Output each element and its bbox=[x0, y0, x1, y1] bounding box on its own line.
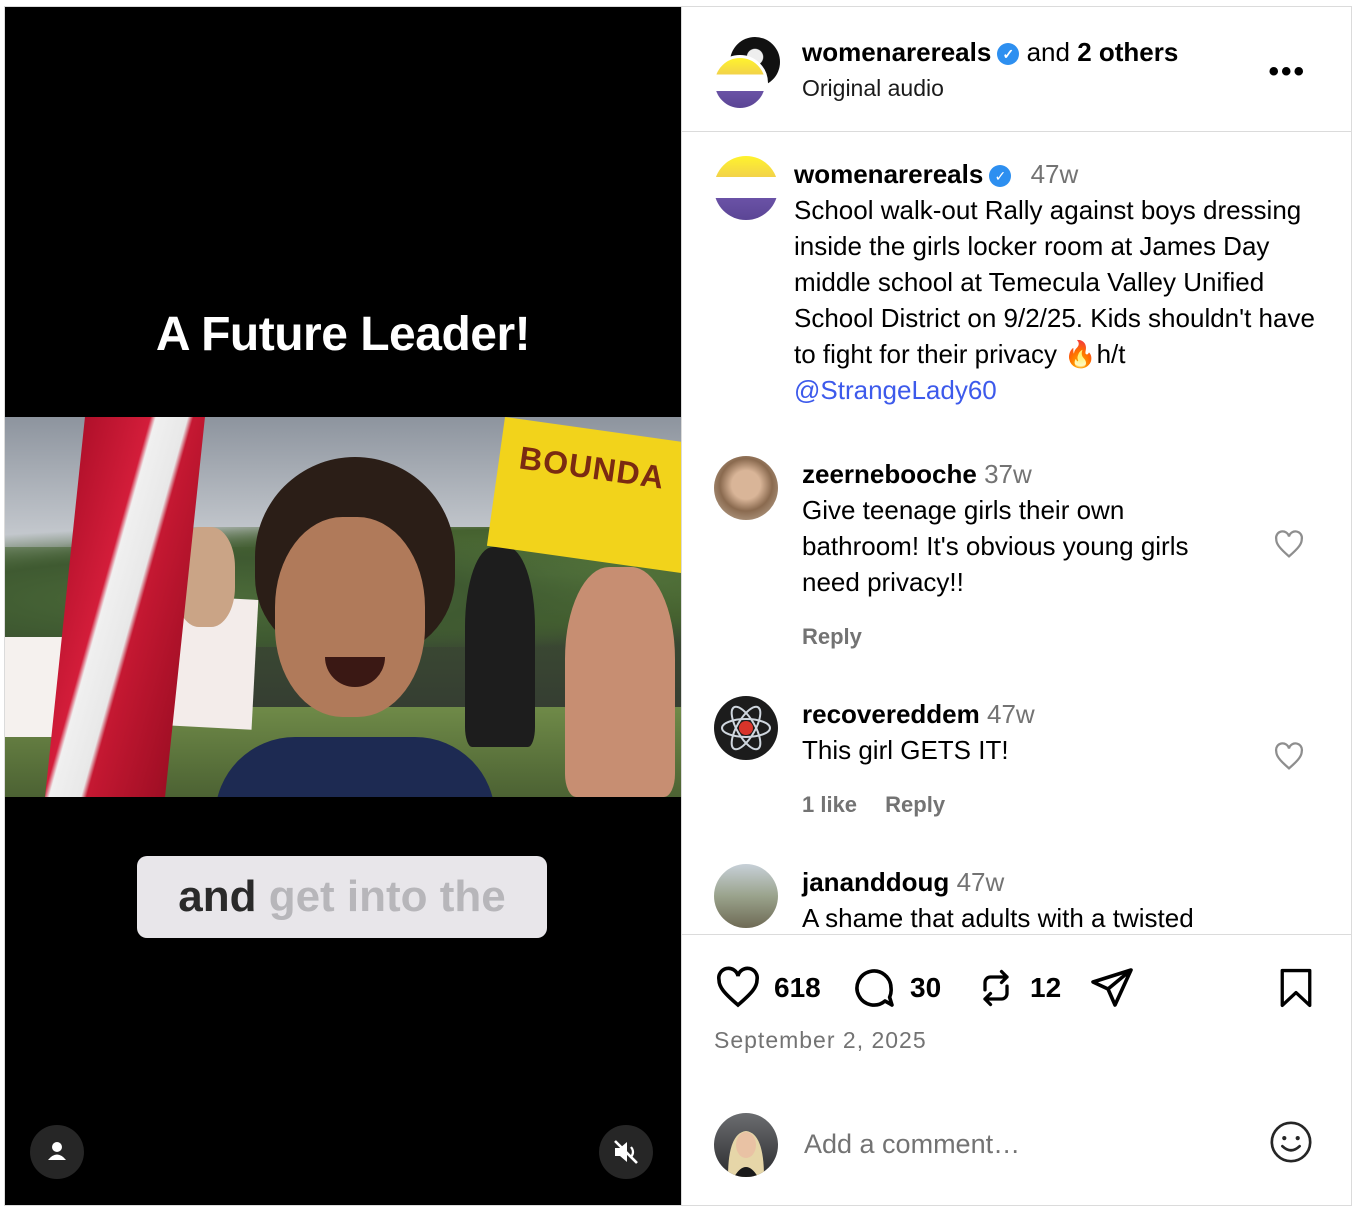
comments-scroll-area[interactable]: womenarereals ✓ 47w School walk-out Rally… bbox=[682, 132, 1351, 934]
post-header: womenarereals ✓ and 2 others Original aud… bbox=[682, 7, 1351, 132]
atom-icon bbox=[721, 705, 771, 751]
add-comment-input[interactable]: Add a comment… bbox=[804, 1129, 1020, 1160]
reply-button[interactable]: Reply bbox=[802, 624, 862, 649]
verified-badge-icon: ✓ bbox=[989, 165, 1012, 187]
caption-spoken-word: and bbox=[178, 872, 257, 921]
header-and: and bbox=[1026, 37, 1070, 67]
heart-icon[interactable] bbox=[714, 964, 762, 1012]
comment-body: jananddoug 47w A shame that adults with … bbox=[802, 864, 1242, 934]
comment-meta: Reply bbox=[802, 624, 884, 650]
user-tags-button[interactable] bbox=[30, 1125, 84, 1179]
video-caption: and get into the bbox=[137, 856, 547, 938]
like-action[interactable]: 618 bbox=[714, 963, 821, 1013]
save-action[interactable] bbox=[1274, 963, 1318, 1013]
bookmark-icon[interactable] bbox=[1274, 964, 1318, 1012]
commenter-avatar[interactable] bbox=[714, 456, 778, 520]
comment-time[interactable]: 47w bbox=[957, 867, 1005, 897]
comment-body: recovereddem 47w This girl GETS IT! bbox=[802, 696, 1242, 768]
comment-text: This girl GETS IT! bbox=[802, 735, 1009, 765]
send-icon[interactable] bbox=[1088, 964, 1136, 1012]
add-comment-bar: Add a comment… bbox=[714, 1113, 1314, 1177]
video-frame: BOUNDA bbox=[5, 417, 681, 797]
post-footer: 618 30 12 September 2, 2025 Add a commen… bbox=[682, 934, 1351, 1205]
repost-count[interactable]: 12 bbox=[1030, 972, 1061, 1004]
video-player[interactable]: A Future Leader! BOUNDA and get into the bbox=[5, 7, 681, 1205]
current-user-avatar[interactable] bbox=[714, 1113, 778, 1177]
caption-text: womenarereals ✓ 47w School walk-out Rally… bbox=[794, 156, 1324, 408]
comment-action[interactable]: 30 bbox=[850, 963, 941, 1013]
mute-button[interactable] bbox=[599, 1125, 653, 1179]
commenter-avatar[interactable] bbox=[714, 696, 778, 760]
comment-username[interactable]: zeernebooche bbox=[802, 459, 977, 489]
scene-person-background bbox=[565, 567, 675, 797]
collab-avatars[interactable] bbox=[712, 37, 782, 111]
scene-speaker bbox=[215, 457, 495, 797]
more-options-icon[interactable]: ••• bbox=[1268, 55, 1306, 89]
scene-sign-text: BOUNDA bbox=[517, 439, 668, 496]
comment-text: A shame that adults with a twisted bbox=[802, 903, 1194, 933]
repost-icon[interactable] bbox=[974, 964, 1018, 1012]
caption-username[interactable]: womenarereals bbox=[794, 159, 983, 189]
post-sidebar: womenarereals ✓ and 2 others Original aud… bbox=[681, 7, 1351, 1205]
like-comment-heart-icon[interactable] bbox=[1272, 740, 1306, 774]
comment-time[interactable]: 37w bbox=[984, 459, 1032, 489]
author-avatar[interactable] bbox=[714, 156, 778, 220]
post-date[interactable]: September 2, 2025 bbox=[714, 1027, 927, 1054]
comment-username[interactable]: recovereddem bbox=[802, 699, 980, 729]
comment-body: zeernebooche 37w Give teenage girls thei… bbox=[802, 456, 1242, 600]
repost-action[interactable]: 12 bbox=[974, 963, 1061, 1013]
comment-count[interactable]: 30 bbox=[910, 972, 941, 1004]
comment-username[interactable]: jananddoug bbox=[802, 867, 949, 897]
share-action[interactable] bbox=[1088, 963, 1136, 1013]
reply-button[interactable]: Reply bbox=[885, 792, 945, 817]
post-frame: A Future Leader! BOUNDA and get into the bbox=[4, 6, 1352, 1206]
emoji-picker-icon[interactable] bbox=[1268, 1119, 1314, 1165]
comment-like-count[interactable]: 1 like bbox=[802, 792, 857, 817]
commenter-avatar[interactable] bbox=[714, 864, 778, 928]
user-photo bbox=[728, 1131, 764, 1177]
caption-mention-link[interactable]: @StrangeLady60 bbox=[794, 375, 997, 405]
header-username[interactable]: womenarereals bbox=[802, 37, 991, 67]
video-title-overlay: A Future Leader! bbox=[155, 308, 531, 361]
speech-bubble-icon[interactable] bbox=[850, 964, 898, 1012]
person-icon bbox=[48, 1142, 66, 1160]
comment-text: Give teenage girls their own bathroom! I… bbox=[802, 495, 1189, 597]
like-comment-heart-icon[interactable] bbox=[1272, 528, 1306, 562]
collab-avatar bbox=[712, 55, 768, 111]
scene-person-background bbox=[465, 547, 535, 747]
header-others-link[interactable]: 2 others bbox=[1077, 37, 1178, 67]
comment-time[interactable]: 47w bbox=[987, 699, 1035, 729]
caption-body: School walk-out Rally against boys dress… bbox=[794, 195, 1315, 369]
caption-time[interactable]: 47w bbox=[1031, 159, 1079, 189]
header-authors: womenarereals ✓ and 2 others bbox=[802, 37, 1178, 68]
caption-upcoming-words: get into the bbox=[268, 872, 506, 921]
verified-badge-icon: ✓ bbox=[997, 43, 1020, 65]
like-count[interactable]: 618 bbox=[774, 972, 821, 1004]
comment-meta: 1 like Reply bbox=[802, 792, 967, 818]
audio-label[interactable]: Original audio bbox=[802, 75, 944, 102]
speaker-muted-icon bbox=[614, 1140, 638, 1164]
